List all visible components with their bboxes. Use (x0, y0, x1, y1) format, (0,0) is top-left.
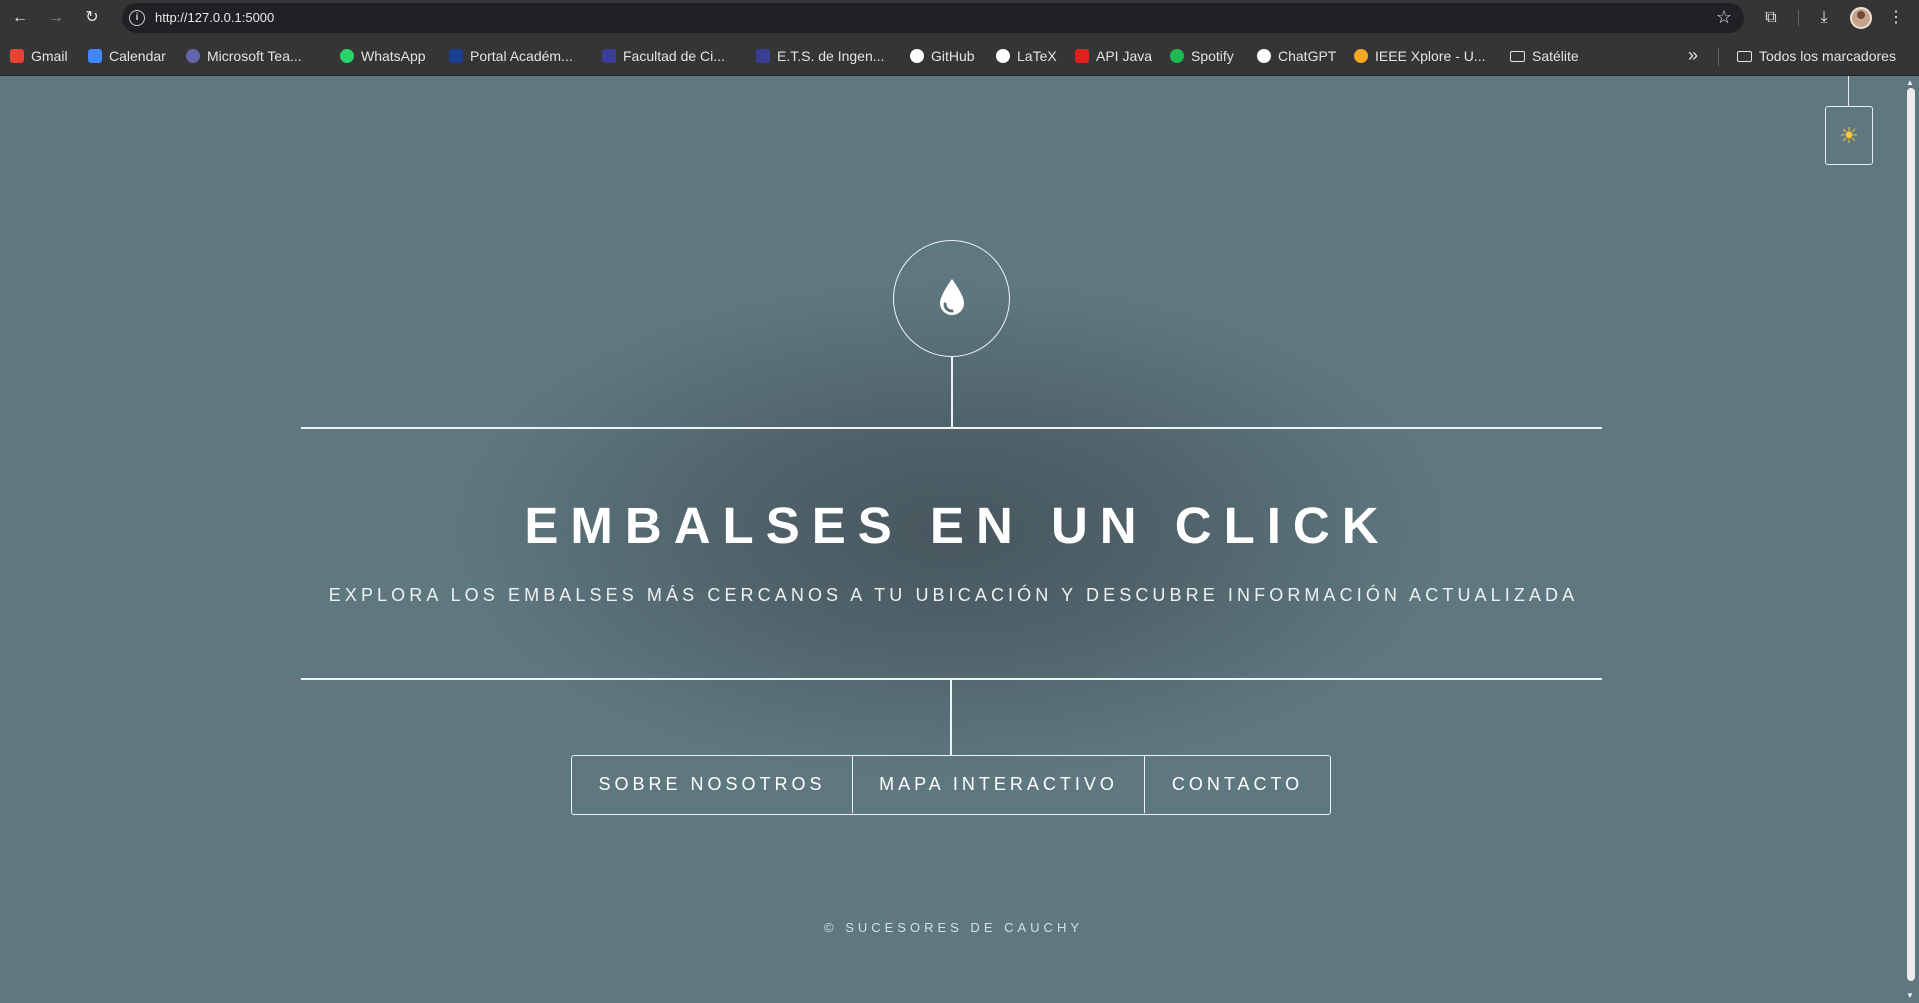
water-drop-icon (940, 279, 964, 315)
bookmark-portal[interactable]: Portal Académ... (449, 46, 573, 66)
interactive-map-button[interactable]: MAPA INTERACTIVO (852, 756, 1144, 813)
whatsapp-icon (340, 49, 354, 63)
theme-toggle-string (1848, 76, 1849, 106)
bookmark-label: GitHub (931, 48, 975, 64)
folder-icon (1737, 50, 1752, 62)
bookmark-ieee[interactable]: IEEE Xplore - U... (1354, 46, 1485, 66)
bookmark-label: LaTeX (1017, 48, 1057, 64)
oracle-icon (1075, 49, 1089, 63)
about-us-button[interactable]: SOBRE NOSOTROS (572, 756, 852, 813)
bookmark-teams[interactable]: Microsoft Tea... (186, 46, 302, 66)
scroll-up-icon[interactable]: ▲ (1906, 78, 1914, 87)
bookmark-label: Calendar (109, 48, 166, 64)
calendar-icon (88, 49, 102, 63)
spotify-icon (1170, 49, 1184, 63)
faculty-icon (602, 49, 616, 63)
bookmark-label: Portal Académ... (470, 48, 573, 64)
bookmarks-overflow-icon[interactable]: » (1688, 45, 1698, 66)
landing-page: ☀ EMBALSES EN UN CLICK EXPLORA LOS EMBAL… (0, 76, 1903, 1003)
bookmark-label: WhatsApp (361, 48, 426, 64)
menu-kebab-icon[interactable]: ⋮ (1884, 6, 1908, 30)
top-divider-line (301, 427, 1602, 429)
sun-icon: ☀ (1839, 123, 1859, 148)
profile-avatar[interactable] (1850, 7, 1872, 29)
ets-icon (756, 49, 770, 63)
github-icon (910, 49, 924, 63)
toolbar-divider (1798, 10, 1799, 26)
ieee-icon (1354, 49, 1368, 63)
page-title: EMBALSES EN UN CLICK (524, 497, 1391, 554)
main-nav: SOBRE NOSOTROS MAPA INTERACTIVO CONTACTO (571, 755, 1331, 815)
bookmark-label: Spotify (1191, 48, 1234, 64)
bookmark-gmail[interactable]: Gmail (10, 46, 68, 66)
all-bookmarks-label: Todos los marcadores (1759, 48, 1896, 64)
logo-connector-line (951, 357, 953, 428)
bookmark-label: API Java (1096, 48, 1153, 64)
bookmark-calendar[interactable]: Calendar (88, 46, 166, 66)
reload-icon[interactable]: ↻ (80, 6, 104, 30)
chatgpt-icon (1257, 49, 1271, 63)
bookmark-latex[interactable]: LaTeX (996, 46, 1057, 66)
folder-icon (1510, 50, 1525, 62)
gmail-icon (10, 49, 24, 63)
bookmark-label: IEEE Xplore - U... (1375, 48, 1486, 64)
back-icon[interactable]: ← (8, 6, 32, 30)
page-subtitle: EXPLORA LOS EMBALSES MÁS CERCANOS A TU U… (328, 585, 1579, 605)
logo-circle (893, 240, 1010, 357)
menu-connector-line (950, 679, 952, 756)
contact-button[interactable]: CONTACTO (1144, 756, 1330, 813)
theme-toggle-button[interactable]: ☀ (1825, 106, 1873, 165)
bookmark-whatsapp[interactable]: WhatsApp (340, 46, 426, 66)
extensions-icon[interactable]: ⧉ (1759, 6, 1783, 30)
bookmark-label: Gmail (31, 48, 68, 64)
overleaf-icon (996, 49, 1010, 63)
bookmark-label: Satélite (1532, 48, 1579, 64)
bookmark-label: E.T.S. de Ingen... (777, 48, 885, 64)
bookmarks-bar: Gmail Calendar Microsoft Tea... WhatsApp… (0, 36, 1919, 76)
bookmark-label: Microsoft Tea... (207, 48, 302, 64)
bookmark-api-java[interactable]: API Java (1075, 46, 1152, 66)
scrollbar-thumb[interactable] (1907, 88, 1915, 981)
bookmark-star-icon[interactable]: ☆ (1716, 7, 1732, 28)
url-text[interactable]: http://127.0.0.1:5000 (155, 10, 274, 25)
download-icon[interactable]: ⤓ (1812, 6, 1836, 30)
bookmark-spotify[interactable]: Spotify (1170, 46, 1234, 66)
bookmark-github[interactable]: GitHub (910, 46, 975, 66)
forward-icon[interactable]: → (44, 6, 68, 30)
vertical-scrollbar[interactable]: ▲ ▼ (1903, 76, 1919, 1003)
address-bar[interactable]: i http://127.0.0.1:5000 ☆ (122, 3, 1744, 33)
site-info-icon[interactable]: i (129, 10, 145, 26)
browser-toolbar: ← → ↻ i http://127.0.0.1:5000 ☆ ⧉ ⤓ ⋮ (0, 0, 1919, 36)
bookmarks-divider (1718, 48, 1719, 66)
footer-copyright: © SUCESORES DE CAUCHY (824, 920, 1083, 935)
bookmark-chatgpt[interactable]: ChatGPT (1257, 46, 1336, 66)
bookmark-label: ChatGPT (1278, 48, 1337, 64)
portal-icon (449, 49, 463, 63)
bookmark-facultad[interactable]: Facultad de Ci... (602, 46, 725, 66)
bottom-divider-line (301, 678, 1602, 680)
teams-icon (186, 49, 200, 63)
all-bookmarks[interactable]: Todos los marcadores (1737, 46, 1896, 66)
bookmark-label: Facultad de Ci... (623, 48, 725, 64)
bookmark-satelite[interactable]: Satélite (1510, 46, 1579, 66)
scroll-down-icon[interactable]: ▼ (1906, 991, 1914, 1000)
bookmark-ets[interactable]: E.T.S. de Ingen... (756, 46, 884, 66)
